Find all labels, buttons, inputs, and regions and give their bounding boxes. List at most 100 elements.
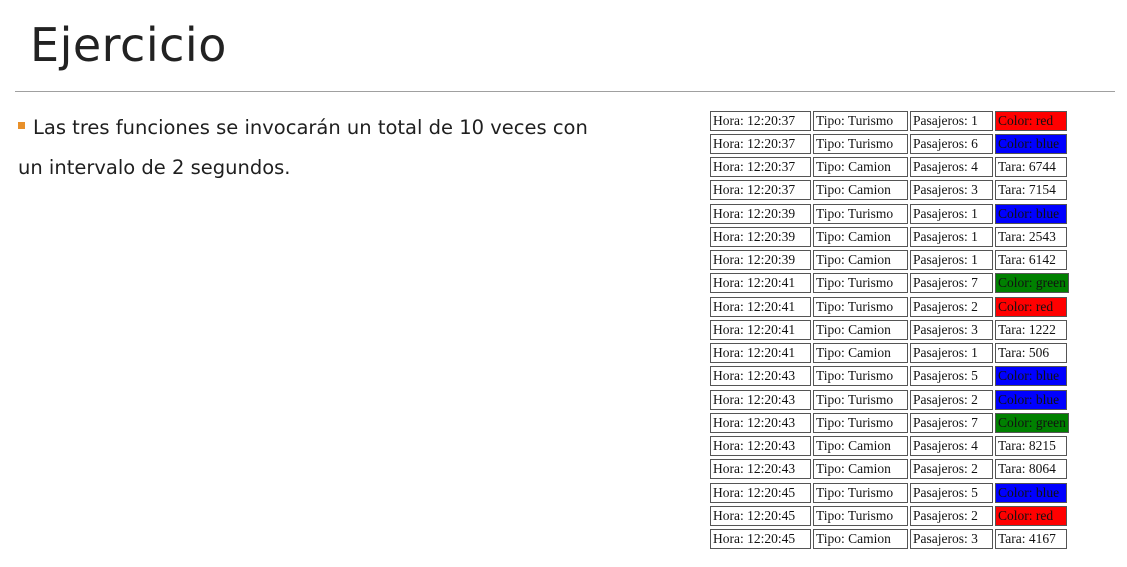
tipo-cell: Tipo: Camion bbox=[813, 250, 908, 271]
extra-cell: Color: red bbox=[995, 505, 1067, 526]
bullet-line-1: Las tres funciones se invocarán un total… bbox=[33, 116, 588, 139]
hora-cell: Hora: 12:20:43 bbox=[710, 366, 811, 387]
extra-cell: Tara: 2543 bbox=[995, 226, 1067, 247]
vehicle-row: Hora: 12:20:43 Tipo: Turismo Pasajeros: 7C… bbox=[710, 411, 1071, 434]
vehicle-row: Hora: 12:20:43 Tipo: Turismo Pasajeros: 2C… bbox=[710, 388, 1071, 411]
tipo-cell: Tipo: Camion bbox=[813, 319, 908, 340]
tipo-cell: Tipo: Camion bbox=[813, 343, 908, 364]
vehicle-output-list: Hora: 12:20:37 Tipo: Turismo Pasajeros: 1C… bbox=[710, 109, 1071, 551]
pasajeros-cell: Pasajeros: 1 bbox=[910, 203, 993, 224]
title-divider bbox=[15, 91, 1115, 92]
extra-cell: Tara: 7154 bbox=[995, 180, 1067, 201]
hora-cell: Hora: 12:20:37 bbox=[710, 157, 811, 178]
tipo-cell: Tipo: Camion bbox=[813, 529, 908, 550]
extra-cell: Color: green bbox=[995, 412, 1069, 433]
vehicle-row: Hora: 12:20:41 Tipo: Camion Pasajeros: 1 Ta… bbox=[710, 342, 1071, 365]
extra-cell: Color: green bbox=[995, 273, 1069, 294]
extra-cell: Tara: 8215 bbox=[995, 436, 1067, 457]
hora-cell: Hora: 12:20:39 bbox=[710, 250, 811, 271]
pasajeros-cell: Pasajeros: 3 bbox=[910, 529, 993, 550]
vehicle-row: Hora: 12:20:39 Tipo: Turismo Pasajeros: 1C… bbox=[710, 202, 1071, 225]
hora-cell: Hora: 12:20:43 bbox=[710, 389, 811, 410]
extra-cell: Color: blue bbox=[995, 366, 1067, 387]
vehicle-row: Hora: 12:20:43 Tipo: Turismo Pasajeros: 5C… bbox=[710, 365, 1071, 388]
pasajeros-cell: Pasajeros: 1 bbox=[910, 250, 993, 271]
bullet-paragraph: Las tres funciones se invocarán un total… bbox=[18, 108, 678, 188]
tipo-cell: Tipo: Camion bbox=[813, 180, 908, 201]
hora-cell: Hora: 12:20:39 bbox=[710, 226, 811, 247]
pasajeros-cell: Pasajeros: 2 bbox=[910, 505, 993, 526]
tipo-cell: Tipo: Turismo bbox=[813, 110, 908, 131]
vehicle-row: Hora: 12:20:45 Tipo: Turismo Pasajeros: 5C… bbox=[710, 481, 1071, 504]
hora-cell: Hora: 12:20:41 bbox=[710, 343, 811, 364]
tipo-cell: Tipo: Turismo bbox=[813, 412, 908, 433]
hora-cell: Hora: 12:20:37 bbox=[710, 110, 811, 131]
hora-cell: Hora: 12:20:43 bbox=[710, 436, 811, 457]
slide-title: Ejercicio bbox=[30, 18, 227, 72]
vehicle-row: Hora: 12:20:41 Tipo: Turismo Pasajeros: 7C… bbox=[710, 272, 1071, 295]
vehicle-row: Hora: 12:20:41 Tipo: Turismo Pasajeros: 2C… bbox=[710, 295, 1071, 318]
extra-cell: Color: blue bbox=[995, 203, 1067, 224]
pasajeros-cell: Pasajeros: 3 bbox=[910, 180, 993, 201]
tipo-cell: Tipo: Turismo bbox=[813, 505, 908, 526]
hora-cell: Hora: 12:20:37 bbox=[710, 180, 811, 201]
vehicle-row: Hora: 12:20:45 Tipo: Camion Pasajeros: 3 Ta… bbox=[710, 528, 1071, 551]
extra-cell: Tara: 1222 bbox=[995, 319, 1067, 340]
tipo-cell: Tipo: Turismo bbox=[813, 389, 908, 410]
extra-cell: Color: blue bbox=[995, 133, 1067, 154]
extra-cell: Tara: 8064 bbox=[995, 459, 1067, 480]
extra-cell: Tara: 4167 bbox=[995, 529, 1067, 550]
hora-cell: Hora: 12:20:39 bbox=[710, 203, 811, 224]
tipo-cell: Tipo: Turismo bbox=[813, 296, 908, 317]
hora-cell: Hora: 12:20:37 bbox=[710, 133, 811, 154]
hora-cell: Hora: 12:20:45 bbox=[710, 529, 811, 550]
tipo-cell: Tipo: Turismo bbox=[813, 203, 908, 224]
extra-cell: Color: blue bbox=[995, 482, 1067, 503]
vehicle-row: Hora: 12:20:37 Tipo: Turismo Pasajeros: 1C… bbox=[710, 109, 1071, 132]
extra-cell: Color: red bbox=[995, 296, 1067, 317]
tipo-cell: Tipo: Turismo bbox=[813, 273, 908, 294]
extra-cell: Tara: 6744 bbox=[995, 157, 1067, 178]
pasajeros-cell: Pasajeros: 2 bbox=[910, 389, 993, 410]
hora-cell: Hora: 12:20:43 bbox=[710, 459, 811, 480]
pasajeros-cell: Pasajeros: 2 bbox=[910, 296, 993, 317]
hora-cell: Hora: 12:20:41 bbox=[710, 319, 811, 340]
hora-cell: Hora: 12:20:43 bbox=[710, 412, 811, 433]
vehicle-row: Hora: 12:20:39 Tipo: Camion Pasajeros: 1 Ta… bbox=[710, 225, 1071, 248]
pasajeros-cell: Pasajeros: 4 bbox=[910, 157, 993, 178]
hora-cell: Hora: 12:20:41 bbox=[710, 296, 811, 317]
vehicle-row: Hora: 12:20:37 Tipo: Camion Pasajeros: 4 Ta… bbox=[710, 156, 1071, 179]
pasajeros-cell: Pasajeros: 1 bbox=[910, 226, 993, 247]
tipo-cell: Tipo: Turismo bbox=[813, 482, 908, 503]
vehicle-row: Hora: 12:20:37 Tipo: Camion Pasajeros: 3 Ta… bbox=[710, 179, 1071, 202]
pasajeros-cell: Pasajeros: 3 bbox=[910, 319, 993, 340]
bullet-square-icon bbox=[18, 122, 25, 129]
hora-cell: Hora: 12:20:45 bbox=[710, 482, 811, 503]
hora-cell: Hora: 12:20:45 bbox=[710, 505, 811, 526]
pasajeros-cell: Pasajeros: 7 bbox=[910, 273, 993, 294]
tipo-cell: Tipo: Camion bbox=[813, 157, 908, 178]
hora-cell: Hora: 12:20:41 bbox=[710, 273, 811, 294]
pasajeros-cell: Pasajeros: 4 bbox=[910, 436, 993, 457]
vehicle-row: Hora: 12:20:39 Tipo: Camion Pasajeros: 1 Ta… bbox=[710, 249, 1071, 272]
vehicle-row: Hora: 12:20:45 Tipo: Turismo Pasajeros: 2C… bbox=[710, 504, 1071, 527]
pasajeros-cell: Pasajeros: 1 bbox=[910, 343, 993, 364]
pasajeros-cell: Pasajeros: 7 bbox=[910, 412, 993, 433]
tipo-cell: Tipo: Turismo bbox=[813, 366, 908, 387]
pasajeros-cell: Pasajeros: 2 bbox=[910, 459, 993, 480]
vehicle-row: Hora: 12:20:43 Tipo: Camion Pasajeros: 4 Ta… bbox=[710, 435, 1071, 458]
pasajeros-cell: Pasajeros: 1 bbox=[910, 110, 993, 131]
pasajeros-cell: Pasajeros: 5 bbox=[910, 366, 993, 387]
tipo-cell: Tipo: Camion bbox=[813, 226, 908, 247]
vehicle-row: Hora: 12:20:43 Tipo: Camion Pasajeros: 2 Ta… bbox=[710, 458, 1071, 481]
vehicle-row: Hora: 12:20:41 Tipo: Camion Pasajeros: 3 Ta… bbox=[710, 318, 1071, 341]
vehicle-row: Hora: 12:20:37 Tipo: Turismo Pasajeros: 6C… bbox=[710, 132, 1071, 155]
extra-cell: Color: red bbox=[995, 110, 1067, 131]
pasajeros-cell: Pasajeros: 6 bbox=[910, 133, 993, 154]
tipo-cell: Tipo: Turismo bbox=[813, 133, 908, 154]
tipo-cell: Tipo: Camion bbox=[813, 459, 908, 480]
extra-cell: Tara: 6142 bbox=[995, 250, 1067, 271]
extra-cell: Color: blue bbox=[995, 389, 1067, 410]
pasajeros-cell: Pasajeros: 5 bbox=[910, 482, 993, 503]
bullet-line-2: un intervalo de 2 segundos. bbox=[18, 156, 291, 179]
